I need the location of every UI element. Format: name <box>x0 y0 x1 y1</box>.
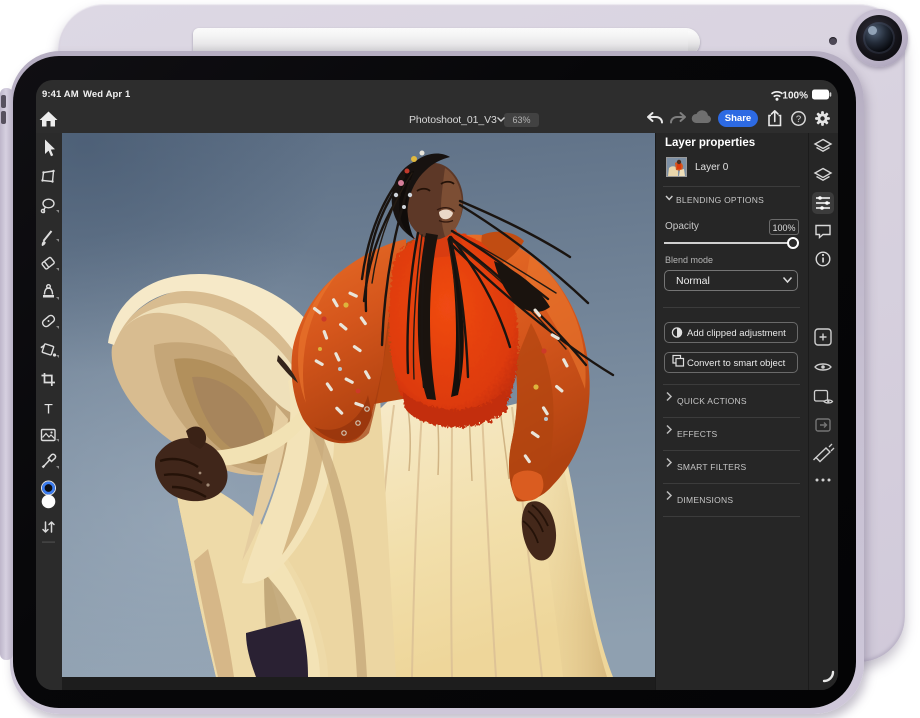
svg-text:T: T <box>44 401 53 417</box>
svg-text:100%: 100% <box>782 91 808 102</box>
svg-text:?: ? <box>796 114 801 125</box>
